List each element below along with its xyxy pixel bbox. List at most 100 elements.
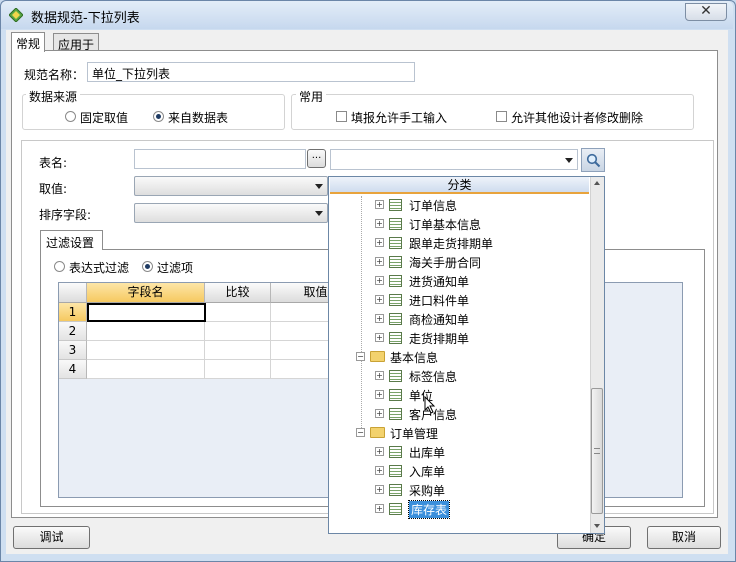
expand-icon[interactable]: + [375, 333, 384, 342]
checkbox-allow-modify-label: 允许其他设计者修改删除 [511, 111, 644, 125]
tree-folder-item[interactable]: 基本信息 [390, 349, 438, 366]
radio-from-table[interactable] [153, 111, 164, 122]
checkbox-manual-input-label: 填报允许手工输入 [351, 111, 448, 125]
grid-cell[interactable] [205, 322, 271, 341]
spec-name-input[interactable]: 单位_下拉列表 [87, 62, 415, 82]
debug-button[interactable]: 调试 [13, 526, 90, 549]
tree-table-item[interactable]: 出库单 [409, 444, 445, 461]
table-icon [389, 370, 402, 382]
cancel-button[interactable]: 取消 [647, 526, 721, 549]
expand-icon[interactable]: + [375, 257, 384, 266]
table-name-input[interactable] [134, 149, 306, 169]
grid-cell[interactable] [206, 303, 271, 322]
row-header[interactable]: 2 [59, 322, 87, 341]
tree-folder-item[interactable]: 订单管理 [390, 425, 438, 442]
radio-fixed-value[interactable] [65, 111, 76, 122]
close-button[interactable]: ✕ [685, 3, 727, 21]
search-button[interactable] [581, 148, 605, 172]
tab-filter-settings[interactable]: 过滤设置 [40, 230, 103, 250]
window-title: 数据规范-下拉列表 [31, 11, 140, 26]
expand-icon[interactable]: + [375, 390, 384, 399]
tree-line [361, 196, 362, 432]
tree-table-item[interactable]: 跟单走货排期单 [409, 235, 493, 252]
table-icon [389, 408, 402, 420]
checkbox-manual-input[interactable] [336, 111, 347, 122]
tree-table-item[interactable]: 走货排期单 [409, 330, 469, 347]
checkbox-allow-modify[interactable] [496, 111, 507, 122]
tree-table-item[interactable]: 标签信息 [409, 368, 457, 385]
table-icon [389, 313, 402, 325]
dropdown-header: 分类 [330, 177, 589, 194]
sort-field-combo[interactable] [134, 203, 328, 223]
scrollbar-grip [594, 448, 600, 454]
tree-table-item[interactable]: 采购单 [409, 482, 445, 499]
table-icon [389, 256, 402, 268]
expand-icon[interactable]: + [375, 504, 384, 513]
table-browse-button[interactable]: ... [307, 149, 326, 168]
radio-expression-filter-label: 表达式过滤 [69, 261, 130, 275]
expand-icon[interactable]: + [375, 219, 384, 228]
grid-cell[interactable] [87, 303, 206, 322]
expand-icon[interactable]: + [375, 466, 384, 475]
tree-table-item[interactable]: 库存表 [407, 500, 451, 519]
grid-cell[interactable] [205, 360, 271, 379]
tree-table-item[interactable]: 入库单 [409, 463, 445, 480]
table-icon [389, 484, 402, 496]
tab-general[interactable]: 常规 [11, 32, 46, 52]
value-combo-arrow-icon[interactable] [315, 184, 323, 189]
row-header[interactable]: 3 [59, 341, 87, 360]
value-combo[interactable] [134, 176, 328, 196]
tree-table-item[interactable]: 订单信息 [409, 197, 457, 214]
expand-icon[interactable]: + [375, 276, 384, 285]
radio-filter-items-label: 过滤项 [157, 261, 194, 275]
grid-cell[interactable] [271, 303, 331, 322]
column-header-field-name[interactable]: 字段名 [87, 283, 205, 303]
row-header[interactable]: 4 [59, 360, 87, 379]
tree-table-item[interactable]: 订单基本信息 [409, 216, 481, 233]
expand-icon[interactable]: + [375, 485, 384, 494]
grid-cell[interactable] [271, 360, 331, 379]
grid-cell[interactable] [87, 341, 205, 360]
tree-table-item[interactable]: 商检通知单 [409, 311, 469, 328]
table-icon [389, 294, 402, 306]
scroll-down-arrow-icon[interactable] [594, 524, 600, 528]
row-header[interactable]: 1 [59, 303, 87, 322]
grid-cell[interactable] [87, 322, 205, 341]
folder-icon [370, 427, 385, 438]
grid-cell[interactable] [205, 341, 271, 360]
close-icon: ✕ [700, 3, 712, 19]
expand-icon[interactable]: + [375, 200, 384, 209]
radio-expression-filter[interactable] [54, 261, 65, 272]
expand-icon[interactable]: + [375, 238, 384, 247]
table-name-label: 表名: [39, 156, 68, 170]
common-title: 常用 [296, 88, 327, 105]
expand-icon[interactable]: + [375, 295, 384, 304]
table-icon [389, 465, 402, 477]
tree-table-item[interactable]: 进口料件单 [409, 292, 469, 309]
app-diamond-icon [9, 8, 23, 22]
category-combo[interactable] [330, 149, 578, 170]
expand-icon[interactable]: + [375, 371, 384, 380]
value-label: 取值: [39, 182, 68, 196]
table-icon [389, 218, 402, 230]
search-icon [586, 153, 601, 168]
grid-cell[interactable] [271, 322, 331, 341]
sort-field-label: 排序字段: [39, 208, 92, 222]
grid-cell[interactable] [87, 360, 205, 379]
scroll-up-arrow-icon[interactable] [594, 181, 600, 185]
tree-table-item[interactable]: 海关手册合同 [409, 254, 481, 271]
column-header-compare[interactable]: 比较 [205, 283, 271, 303]
tree-table-item[interactable]: 进货通知单 [409, 273, 469, 290]
data-source-title: 数据来源 [26, 88, 81, 105]
table-icon [389, 446, 402, 458]
collapse-icon[interactable]: − [356, 352, 365, 361]
radio-filter-items[interactable] [142, 261, 153, 272]
grid-cell[interactable] [271, 341, 331, 360]
expand-icon[interactable]: + [375, 409, 384, 418]
expand-icon[interactable]: + [375, 314, 384, 323]
category-combo-arrow-icon[interactable] [565, 158, 573, 163]
expand-icon[interactable]: + [375, 447, 384, 456]
sort-field-combo-arrow-icon[interactable] [315, 211, 323, 216]
folder-icon [370, 351, 385, 362]
collapse-icon[interactable]: − [356, 428, 365, 437]
